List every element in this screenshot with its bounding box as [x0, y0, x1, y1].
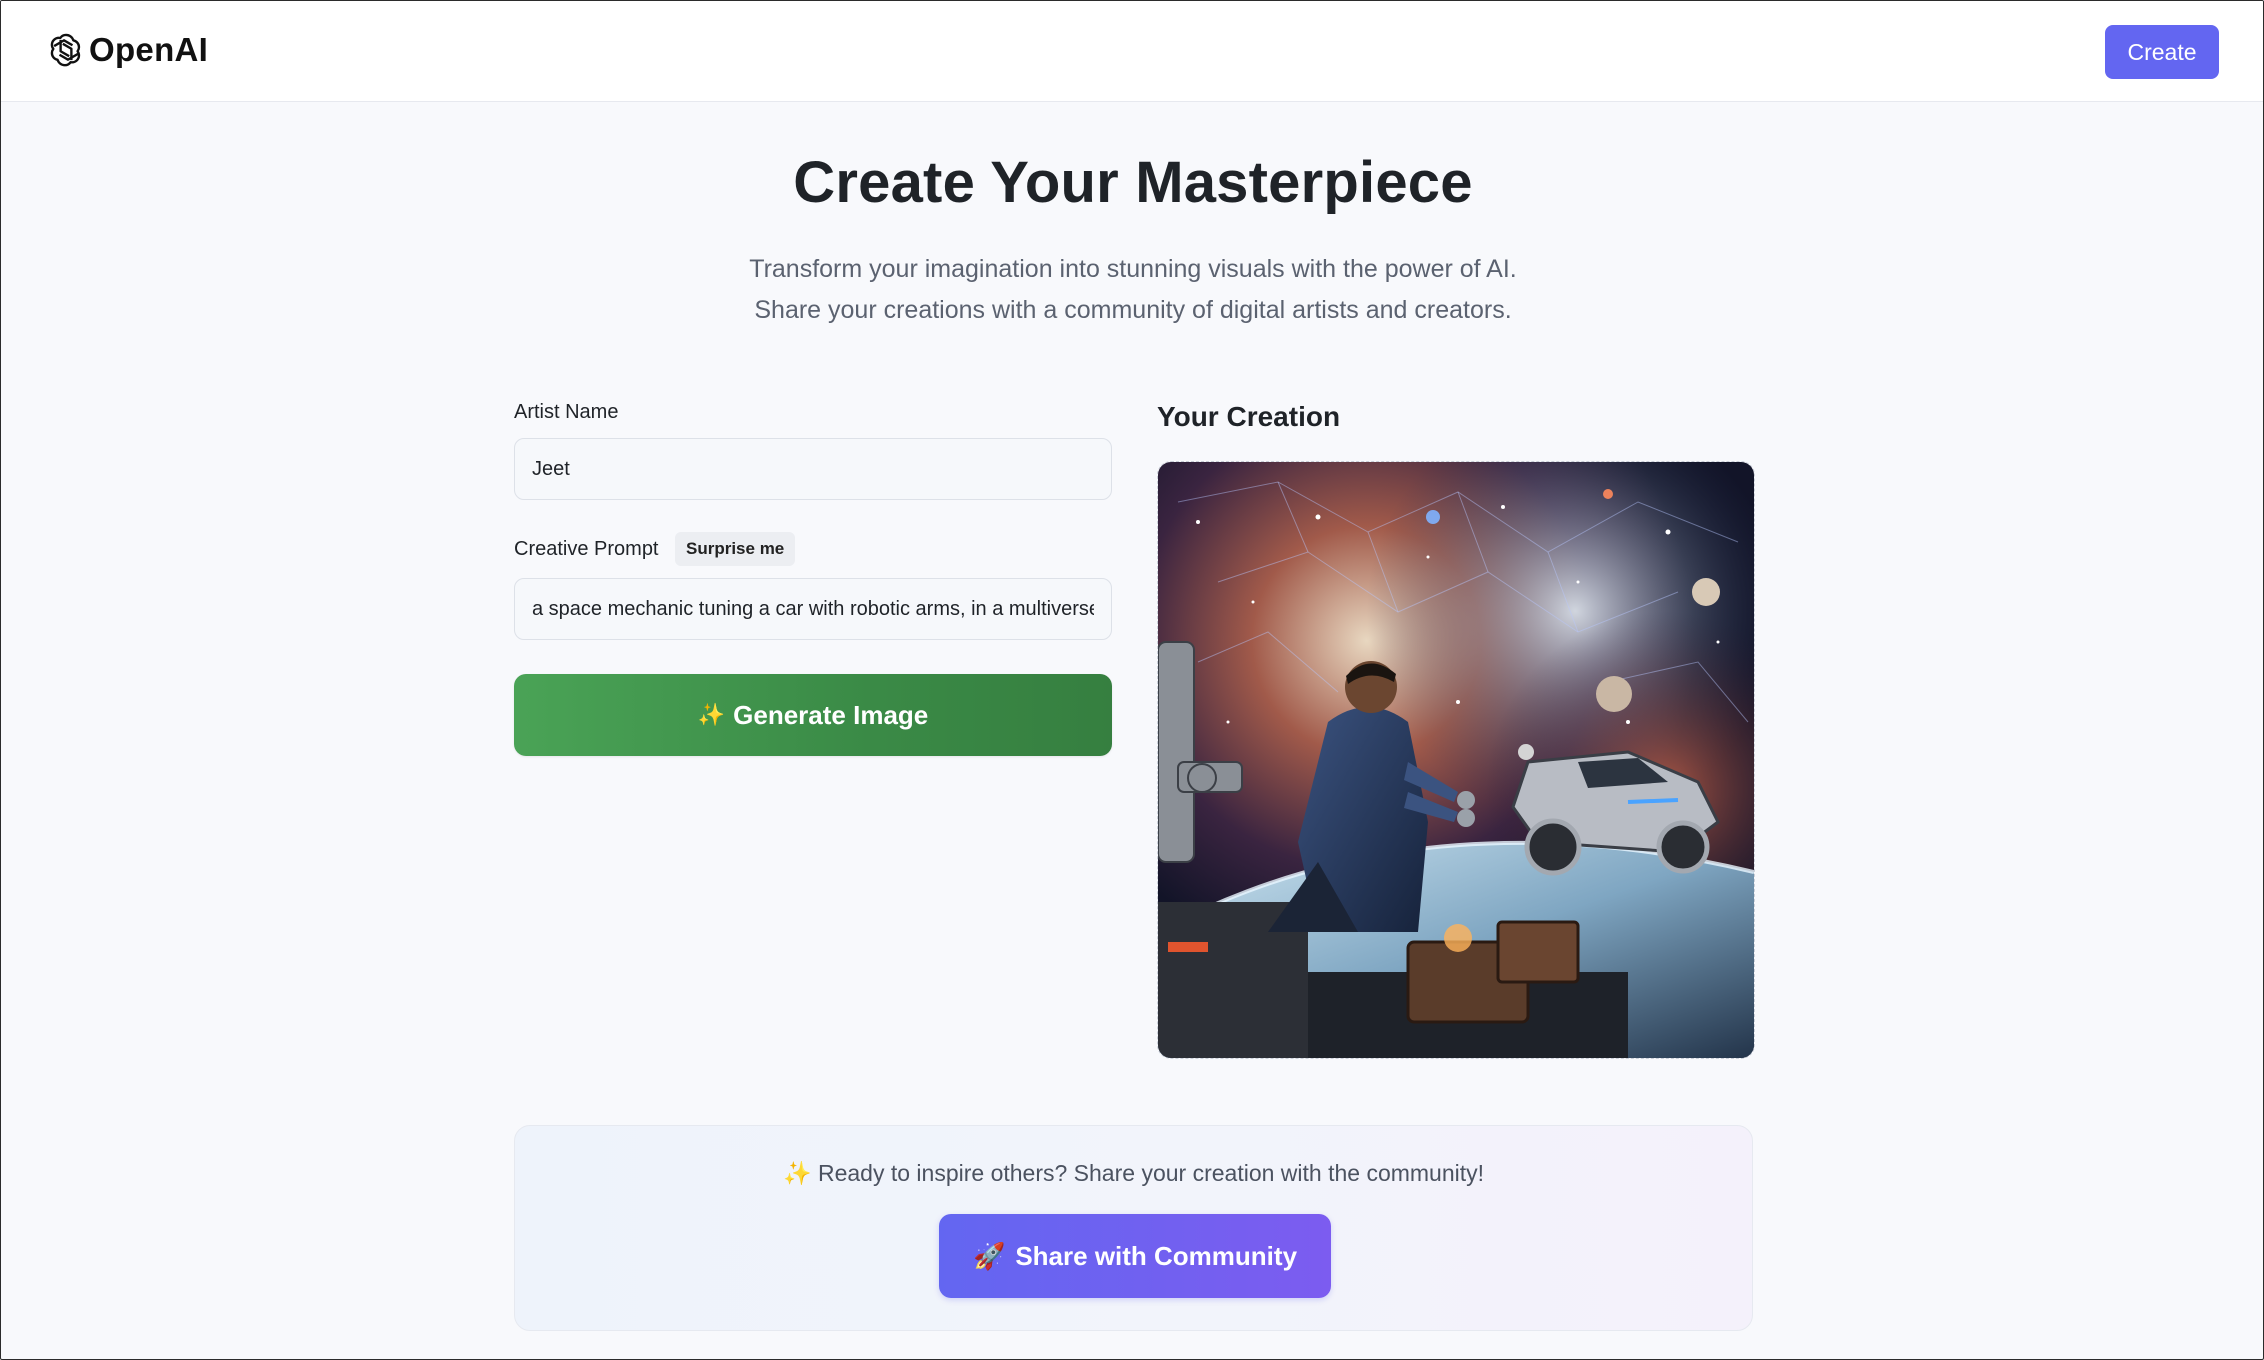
share-with-community-label: Share with Community — [1015, 1240, 1298, 1271]
sparkles-icon: ✨ — [697, 702, 726, 727]
share-with-community-button[interactable]: 🚀 Share with Community — [939, 1214, 1331, 1298]
share-message-text: Ready to inspire others? Share your crea… — [817, 1160, 1485, 1186]
openai-knot-icon — [50, 33, 81, 67]
page-title: Create Your Masterpiece — [793, 150, 1473, 215]
generate-image-button[interactable]: ✨ Generate Image — [514, 674, 1112, 756]
top-nav: OpenAI Create — [1, 1, 2263, 102]
openai-logo[interactable]: OpenAI — [47, 31, 208, 69]
artist-name-input[interactable] — [514, 438, 1112, 500]
page-subtitle-line-1: Transform your imagination into stunning… — [749, 255, 1517, 283]
generated-image — [1157, 461, 1755, 1059]
rocket-icon: 🚀 — [972, 1240, 1006, 1271]
share-card: ✨ Ready to inspire others? Share your cr… — [514, 1125, 1753, 1331]
artist-name-label: Artist Name — [514, 401, 619, 423]
generate-image-label: Generate Image — [733, 699, 929, 730]
create-button[interactable]: Create — [2105, 25, 2219, 79]
share-message: ✨ Ready to inspire others? Share your cr… — [515, 1160, 1752, 1187]
generated-image-artwork — [1158, 462, 1754, 1058]
creative-prompt-label: Creative Prompt — [514, 538, 659, 560]
creation-title: Your Creation — [1157, 401, 1341, 432]
logo-text: OpenAI — [89, 31, 209, 68]
creative-prompt-input[interactable] — [514, 578, 1112, 640]
surprise-me-button[interactable]: Surprise me — [675, 532, 796, 566]
app-window: OpenAI Create Create Your Masterpiece Tr… — [0, 0, 2264, 1360]
page-subtitle-line-2: Share your creations with a community of… — [754, 296, 1512, 324]
sparkles-icon: ✨ — [782, 1160, 812, 1186]
